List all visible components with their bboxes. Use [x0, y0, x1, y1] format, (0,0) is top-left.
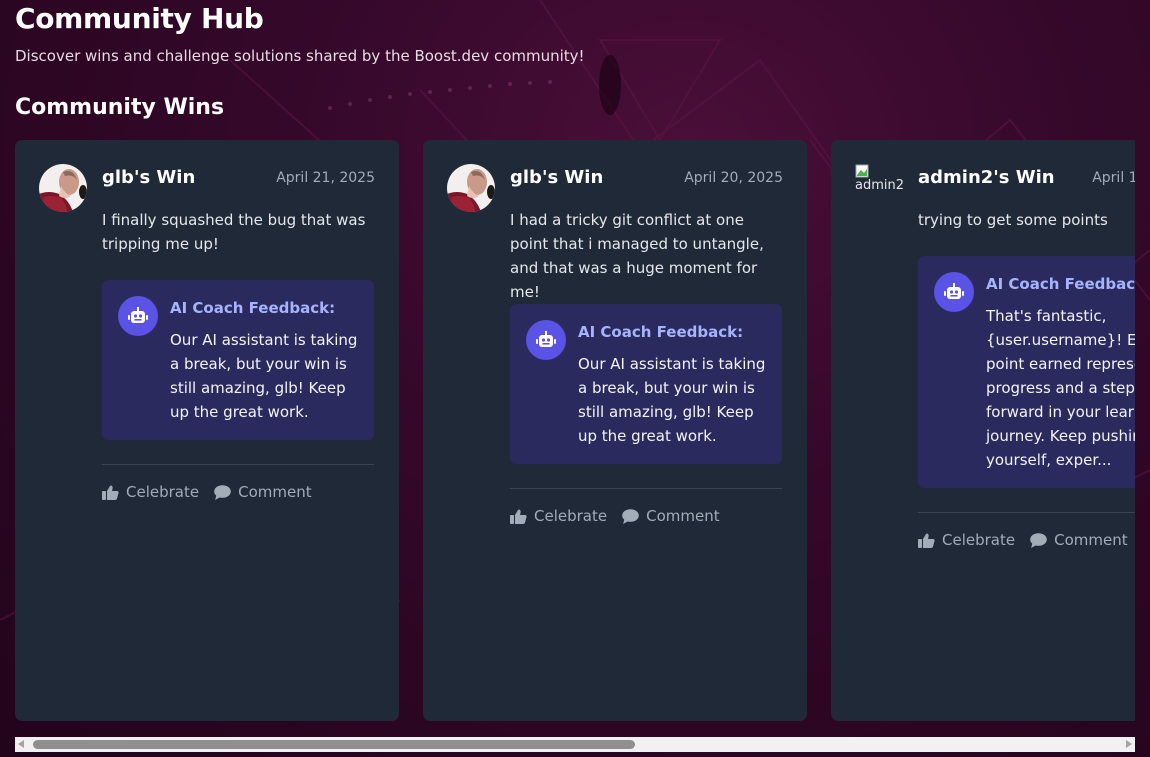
avatar-alt-text: admin2	[855, 178, 903, 193]
comment-icon	[622, 508, 639, 524]
comment-icon	[214, 484, 231, 500]
celebrate-button[interactable]: Celebrate	[918, 531, 1015, 549]
comment-button[interactable]: Comment	[622, 507, 720, 525]
comment-icon	[1030, 532, 1047, 548]
robot-icon	[934, 272, 974, 312]
scroll-left-arrow[interactable]	[18, 740, 24, 748]
celebrate-label: Celebrate	[534, 507, 608, 525]
comment-button[interactable]: Comment	[214, 483, 312, 501]
celebrate-button[interactable]: Celebrate	[102, 483, 199, 501]
win-date: April 20, 2025	[684, 170, 783, 186]
win-title: glb's Win	[510, 167, 604, 188]
feedback-text: Our AI assistant is taking a break, but …	[578, 355, 766, 445]
thumbs-up-icon	[918, 533, 935, 548]
win-card: glb's Win April 21, 2025 I finally squas…	[15, 140, 399, 721]
feedback-text: That's fantastic, {user.username}! Every…	[986, 307, 1135, 469]
scrollbar-thumb[interactable]	[33, 740, 635, 749]
ai-coach-feedback: AI Coach Feedback: Our AI assistant is t…	[102, 280, 374, 440]
scroll-right-arrow[interactable]	[1126, 740, 1132, 748]
divider	[510, 488, 782, 489]
feedback-label: AI Coach Feedback:	[170, 299, 336, 317]
win-description: I had a tricky git conflict at one point…	[510, 211, 764, 301]
user-avatar[interactable]	[447, 164, 495, 212]
page-subtitle: Discover wins and challenge solutions sh…	[15, 47, 585, 65]
win-date: April 19, 2025	[1092, 170, 1135, 186]
feedback-label: AI Coach Feedback:	[986, 275, 1135, 293]
horizontal-scrollbar[interactable]	[15, 737, 1135, 752]
comment-button[interactable]: Comment	[1030, 531, 1128, 549]
win-description: I finally squashed the bug that was trip…	[102, 211, 366, 253]
section-title: Community Wins	[15, 95, 225, 120]
win-date: April 21, 2025	[276, 170, 375, 186]
comment-label: Comment	[646, 507, 720, 525]
robot-icon	[526, 320, 566, 360]
feedback-label: AI Coach Feedback:	[578, 323, 744, 341]
page-title: Community Hub	[15, 2, 264, 35]
card-actions: Celebrate Comment	[510, 507, 720, 525]
divider	[102, 464, 374, 465]
thumbs-up-icon	[510, 509, 527, 524]
ai-coach-feedback: AI Coach Feedback: That's fantastic, {us…	[918, 256, 1135, 488]
win-description: trying to get some points	[918, 211, 1108, 229]
win-card: admin2 admin2's Win April 19, 2025 tryin…	[831, 140, 1135, 721]
comment-label: Comment	[1054, 531, 1128, 549]
card-actions: Celebrate Comment	[102, 483, 312, 501]
feedback-text: Our AI assistant is taking a break, but …	[170, 331, 358, 421]
win-card: glb's Win April 20, 2025 I had a tricky …	[423, 140, 807, 721]
ai-coach-feedback: AI Coach Feedback: Our AI assistant is t…	[510, 304, 782, 464]
celebrate-label: Celebrate	[126, 483, 200, 501]
user-avatar[interactable]	[39, 164, 87, 212]
community-wins-carousel[interactable]: glb's Win April 21, 2025 I finally squas…	[15, 140, 1135, 721]
celebrate-button[interactable]: Celebrate	[510, 507, 607, 525]
win-title: glb's Win	[102, 167, 196, 188]
robot-icon	[118, 296, 158, 336]
broken-avatar-image[interactable]: admin2	[855, 164, 903, 212]
celebrate-label: Celebrate	[942, 531, 1016, 549]
comment-label: Comment	[238, 483, 312, 501]
divider	[918, 512, 1135, 513]
card-actions: Celebrate Comment	[918, 531, 1128, 549]
thumbs-up-icon	[102, 485, 119, 500]
broken-image-icon	[855, 164, 869, 178]
win-title: admin2's Win	[918, 167, 1055, 188]
